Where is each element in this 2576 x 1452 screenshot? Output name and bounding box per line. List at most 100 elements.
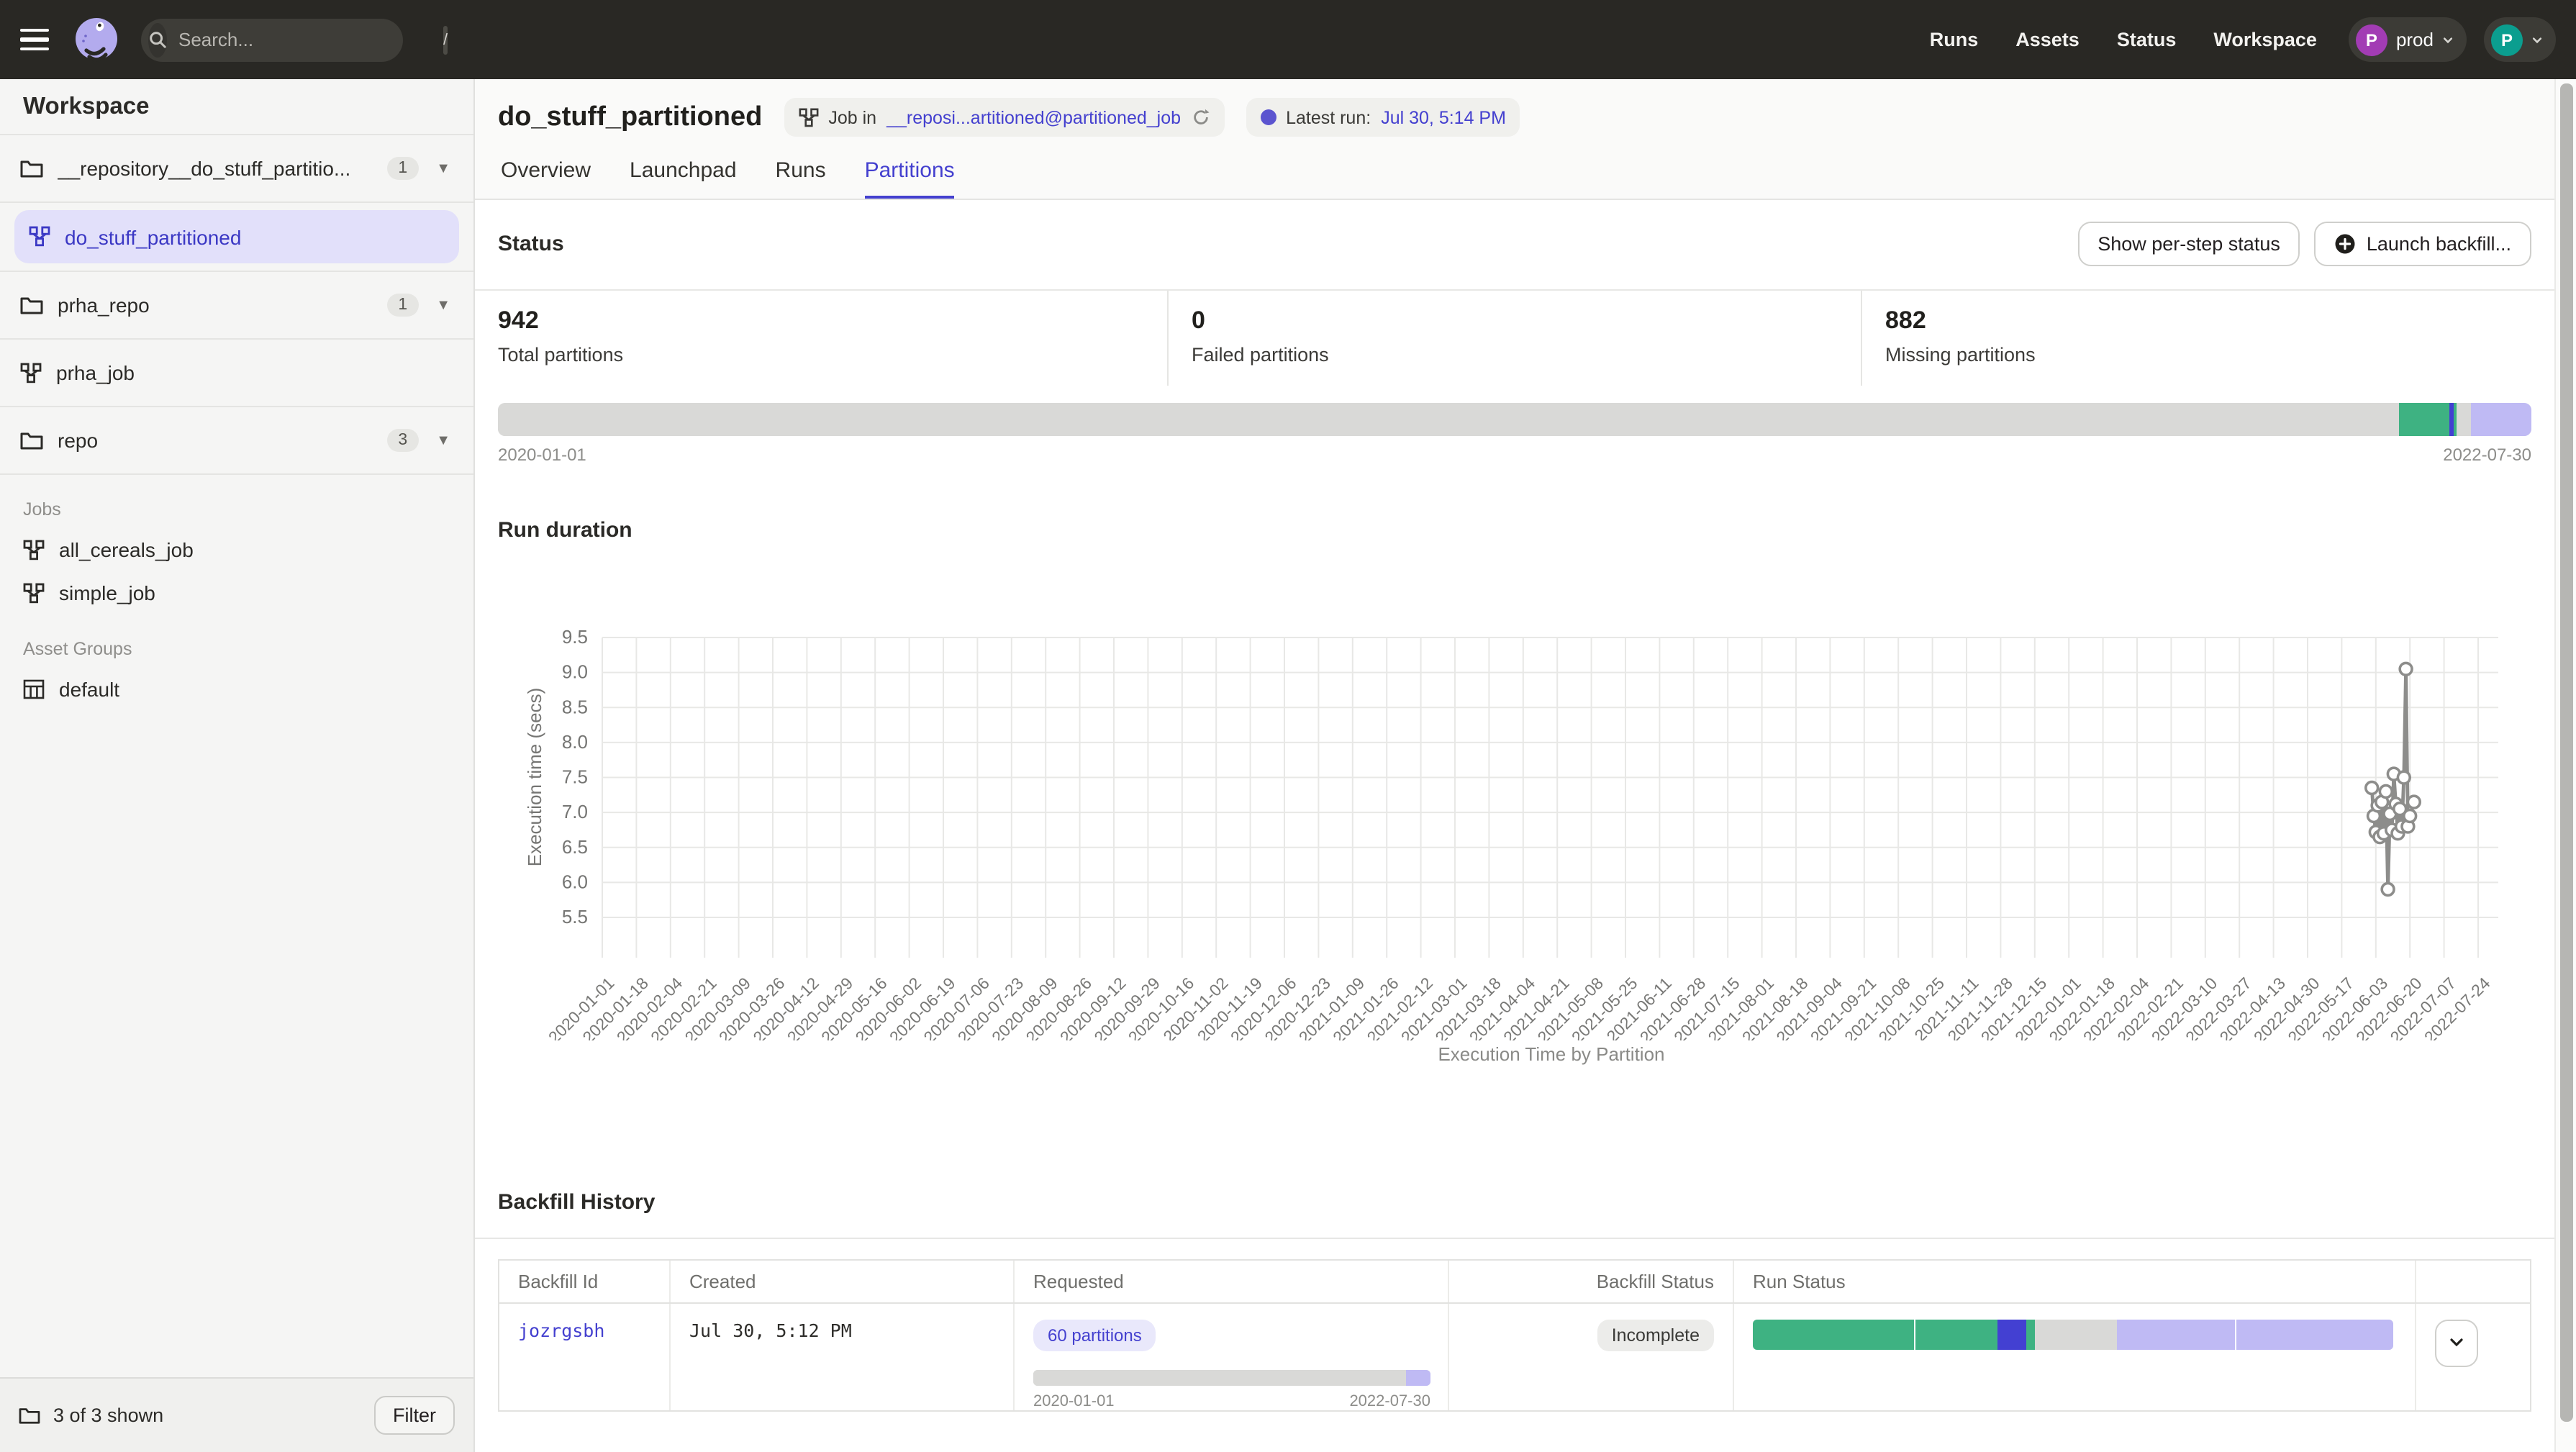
show-per-step-status-button[interactable]: Show per-step status xyxy=(2077,222,2300,266)
deployment-avatar: P xyxy=(2356,24,2387,55)
sidebar-item-do-stuff-partitioned[interactable]: do_stuff_partitioned xyxy=(14,210,459,263)
y-tick-label: 8.0 xyxy=(562,731,588,753)
repo-count-badge: 1 xyxy=(386,294,419,317)
sidebar-repo-prha-repo[interactable]: prha_repo 1 ▼ xyxy=(0,272,473,340)
job-name: all_cereals_job xyxy=(59,538,194,561)
sidebar-item-prha-job[interactable]: prha_job xyxy=(0,340,473,407)
stat-number: 0 xyxy=(1192,307,1838,335)
expand-row-button[interactable] xyxy=(2435,1319,2478,1366)
job-origin-link[interactable]: __reposi...artitioned@partitioned_job xyxy=(886,107,1181,127)
bar-segment-indigo xyxy=(1997,1319,2026,1350)
expander-caret-icon[interactable]: ▼ xyxy=(433,158,453,179)
refresh-icon[interactable] xyxy=(1191,108,1210,127)
stat-missing-partitions: 882 Missing partitions xyxy=(1861,291,2554,386)
job-header: do_stuff_partitioned Job in __reposi...a… xyxy=(475,79,2554,200)
bar-segment-lavender xyxy=(2117,1319,2236,1350)
nav-runs[interactable]: Runs xyxy=(1930,29,1979,50)
y-tick-label: 6.5 xyxy=(562,836,588,858)
asset-group-icon xyxy=(23,679,45,699)
created-timestamp: Jul 30, 5:12 PM xyxy=(689,1319,852,1340)
sidebar-item-simple-job[interactable]: simple_job xyxy=(0,571,473,614)
stat-caption: Missing partitions xyxy=(1885,344,2531,366)
search-icon xyxy=(148,22,167,57)
nav-status[interactable]: Status xyxy=(2117,29,2177,50)
stat-failed-partitions: 0 Failed partitions xyxy=(1167,291,1861,386)
tab-runs[interactable]: Runs xyxy=(776,158,826,199)
y-axis-title: Execution time (secs) xyxy=(524,688,545,867)
scrollbar-thumb[interactable] xyxy=(2560,83,2573,1422)
execution-time-chart: 2020-01-012020-01-182020-02-042020-02-21… xyxy=(475,609,2554,1040)
job-tabs: Overview Launchpad Runs Partitions xyxy=(498,158,2531,199)
selected-job-label: do_stuff_partitioned xyxy=(65,225,241,248)
stat-caption: Total partitions xyxy=(498,344,1144,366)
sidebar-item-all-cereals-job[interactable]: all_cereals_job xyxy=(0,528,473,571)
launch-backfill-button[interactable]: Launch backfill... xyxy=(2315,222,2531,266)
shown-count-label: 3 of 3 shown xyxy=(53,1405,163,1426)
bar-segment-green xyxy=(2399,403,2449,436)
expander-caret-icon[interactable]: ▼ xyxy=(433,294,453,316)
nav-assets[interactable]: Assets xyxy=(2015,29,2080,50)
filter-button[interactable]: Filter xyxy=(374,1396,455,1435)
col-created: Created xyxy=(671,1261,1015,1302)
stat-caption: Failed partitions xyxy=(1192,344,1838,366)
run-status-dot-icon xyxy=(1260,109,1276,125)
group-name: default xyxy=(59,678,119,701)
y-tick-label: 5.5 xyxy=(562,906,588,927)
partition-range-start: 2020-01-01 xyxy=(498,445,586,465)
bar-segment-lavender xyxy=(2472,403,2531,436)
repo-name: __repository__do_stuff_partitio... xyxy=(58,157,372,180)
status-section-header: Status Show per-step status Launch backf… xyxy=(475,200,2554,291)
data-point xyxy=(2380,786,2392,798)
job-origin-tag: Job in __reposi...artitioned@partitioned… xyxy=(784,98,1224,137)
dagster-logo-icon[interactable] xyxy=(72,15,121,64)
tab-launchpad[interactable]: Launchpad xyxy=(630,158,737,199)
user-avatar: P xyxy=(2491,24,2523,55)
job-origin-prefix: Job in xyxy=(828,107,876,127)
deployment-switcher[interactable]: P prod xyxy=(2349,17,2467,62)
sidebar-repo-repository-do-stuff[interactable]: __repository__do_stuff_partitio... 1 ▼ xyxy=(0,135,473,203)
bar-segment-indigo xyxy=(2449,403,2454,436)
launch-backfill-label: Launch backfill... xyxy=(2367,233,2511,255)
job-name: prha_job xyxy=(56,361,453,384)
bar-segment-green xyxy=(1753,1319,1913,1350)
expander-caret-icon[interactable]: ▼ xyxy=(433,430,453,451)
sidebar-repo-repo[interactable]: repo 3 ▼ xyxy=(0,407,473,475)
y-tick-label: 9.0 xyxy=(562,661,588,683)
col-actions xyxy=(2416,1261,2530,1302)
tab-overview[interactable]: Overview xyxy=(501,158,591,199)
bar-segment-lavender xyxy=(2237,1319,2393,1350)
data-point xyxy=(2404,810,2416,822)
folder-icon xyxy=(19,1406,40,1425)
chevron-down-icon xyxy=(2442,34,2454,45)
data-point xyxy=(2366,782,2378,794)
table-header-row: Backfill Id Created Requested Backfill S… xyxy=(499,1261,2530,1303)
nav-workspace[interactable]: Workspace xyxy=(2213,29,2317,50)
top-bar: / Runs Assets Status Workspace P prod P xyxy=(0,0,2576,79)
partition-range-end: 2022-07-30 xyxy=(2443,445,2531,465)
user-menu[interactable]: P xyxy=(2484,17,2556,62)
chevron-down-icon xyxy=(2531,34,2543,45)
job-icon xyxy=(23,539,45,561)
hamburger-menu-icon[interactable] xyxy=(20,21,58,58)
stat-number: 882 xyxy=(1885,307,2531,335)
tab-partitions[interactable]: Partitions xyxy=(865,158,955,199)
job-icon xyxy=(29,226,50,248)
col-backfill-status: Backfill Status xyxy=(1449,1261,1734,1302)
data-point xyxy=(2400,663,2412,675)
folder-icon xyxy=(20,295,43,315)
bar-segment-gray xyxy=(498,403,2399,436)
repo-name: prha_repo xyxy=(58,294,372,317)
backfill-history-heading: Backfill History xyxy=(498,1190,2531,1215)
col-backfill-id: Backfill Id xyxy=(499,1261,671,1302)
y-tick-label: 6.0 xyxy=(562,871,588,892)
latest-run-link[interactable]: Jul 30, 5:14 PM xyxy=(1381,107,1506,127)
latest-run-prefix: Latest run: xyxy=(1286,107,1371,127)
search-input[interactable] xyxy=(178,29,432,50)
global-search[interactable]: / xyxy=(141,18,403,61)
bar-segment-green xyxy=(2026,1319,2034,1350)
stat-total-partitions: 942 Total partitions xyxy=(475,291,1167,386)
data-point xyxy=(2398,771,2410,784)
backfill-id-link[interactable]: jozrgsbh xyxy=(518,1319,604,1340)
deployment-label: prod xyxy=(2396,29,2434,50)
sidebar-item-default-group[interactable]: default xyxy=(0,668,473,711)
